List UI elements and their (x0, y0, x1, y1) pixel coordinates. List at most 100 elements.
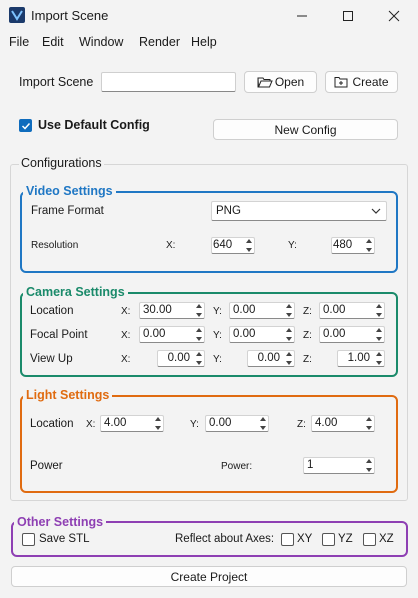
resolution-label: Resolution (31, 240, 79, 251)
menu-edit[interactable]: Edit (42, 35, 64, 49)
camera-viewup-y-spinbox[interactable]: 0.00 (247, 350, 295, 367)
import-scene-label: Import Scene (19, 75, 94, 89)
spin-arrows-icon[interactable] (364, 459, 373, 472)
close-icon (388, 10, 400, 22)
spin-arrows-icon[interactable] (374, 352, 383, 365)
camera-focal-y-label: Y: (213, 330, 222, 341)
save-stl-checkbox[interactable] (22, 533, 35, 546)
maximize-icon (343, 11, 353, 21)
camera-viewup-z-spinbox[interactable]: 1.00 (337, 350, 385, 367)
configurations-label: Configurations (19, 156, 104, 170)
create-project-label: Create Project (170, 569, 248, 584)
reflect-yz-checkbox[interactable] (322, 533, 335, 546)
reflect-xz-label: XZ (379, 533, 394, 545)
menu-render[interactable]: Render (139, 35, 180, 49)
use-default-config-checkbox[interactable] (19, 119, 32, 132)
camera-location-label: Location (30, 305, 74, 317)
close-button[interactable] (371, 0, 417, 32)
camera-focal-z-label: Z: (303, 330, 312, 341)
camera-location-z-value: 0.00 (323, 304, 346, 316)
spin-arrows-icon[interactable] (374, 304, 383, 317)
camera-location-x-spinbox[interactable]: 30.00 (139, 302, 205, 319)
camera-location-y-value: 0.00 (233, 304, 256, 316)
camera-focal-x-label: X: (121, 330, 131, 341)
folder-open-icon (257, 77, 273, 88)
camera-focal-point-label: Focal Point (30, 329, 88, 341)
light-settings-group (20, 395, 398, 493)
resolution-x-value: 640 (213, 239, 233, 251)
light-location-label: Location (30, 418, 74, 430)
camera-focal-x-value: 0.00 (143, 328, 166, 340)
resolution-y-value: 480 (333, 239, 353, 251)
camera-focal-y-value: 0.00 (233, 328, 256, 340)
camera-viewup-x-spinbox[interactable]: 0.00 (157, 350, 205, 367)
spin-arrows-icon[interactable] (258, 417, 267, 430)
video-settings-title: Video Settings (23, 184, 116, 198)
light-power-value: 1 (307, 459, 314, 471)
camera-viewup-x-value: 0.00 (167, 352, 190, 364)
light-power-label: Power (30, 460, 63, 472)
spin-arrows-icon[interactable] (244, 239, 253, 252)
new-config-button[interactable]: New Config (213, 119, 398, 140)
camera-focal-z-spinbox[interactable]: 0.00 (319, 326, 385, 343)
resolution-x-spinbox[interactable]: 640 (211, 237, 255, 254)
resolution-y-spinbox[interactable]: 480 (331, 237, 375, 254)
spin-arrows-icon[interactable] (153, 417, 162, 430)
camera-focal-z-value: 0.00 (323, 328, 346, 340)
menu-help[interactable]: Help (191, 35, 217, 49)
spin-arrows-icon[interactable] (194, 328, 203, 341)
checkmark-icon (21, 122, 30, 130)
create-button[interactable]: Create (325, 71, 398, 93)
spin-arrows-icon[interactable] (284, 304, 293, 317)
create-label: Create (352, 75, 389, 89)
camera-location-z-label: Z: (303, 306, 312, 317)
maximize-button[interactable] (325, 0, 371, 32)
spin-arrows-icon[interactable] (284, 352, 293, 365)
light-power-inline-label: Power: (221, 461, 253, 472)
create-project-button[interactable]: Create Project (11, 566, 407, 587)
save-stl-label: Save STL (39, 533, 90, 545)
light-x-spinbox[interactable]: 4.00 (100, 415, 164, 432)
minimize-button[interactable] (279, 0, 325, 32)
camera-location-x-label: X: (121, 306, 131, 317)
spin-arrows-icon[interactable] (374, 328, 383, 341)
reflect-yz-label: YZ (338, 533, 353, 545)
menu-file[interactable]: File (9, 35, 29, 49)
app-icon (9, 7, 25, 23)
camera-location-x-value: 30.00 (143, 304, 172, 316)
camera-focal-y-spinbox[interactable]: 0.00 (229, 326, 295, 343)
camera-location-z-spinbox[interactable]: 0.00 (319, 302, 385, 319)
spin-arrows-icon[interactable] (364, 417, 373, 430)
reflect-xy-checkbox[interactable] (281, 533, 294, 546)
camera-location-y-spinbox[interactable]: 0.00 (229, 302, 295, 319)
camera-settings-title: Camera Settings (23, 285, 128, 299)
open-button[interactable]: Open (244, 71, 317, 93)
camera-viewup-x-label: X: (121, 354, 131, 365)
minimize-icon (297, 15, 307, 17)
light-z-spinbox[interactable]: 4.00 (311, 415, 375, 432)
spin-arrows-icon[interactable] (194, 352, 203, 365)
frame-format-label: Frame Format (31, 205, 104, 217)
reflect-xz-checkbox[interactable] (363, 533, 376, 546)
use-default-config-label: Use Default Config (38, 118, 150, 132)
chevron-down-icon (371, 208, 381, 214)
frame-format-value: PNG (216, 205, 241, 217)
spin-arrows-icon[interactable] (284, 328, 293, 341)
spin-arrows-icon[interactable] (194, 304, 203, 317)
camera-viewup-y-label: Y: (213, 354, 222, 365)
reflect-axes-label: Reflect about Axes: (175, 533, 275, 545)
camera-focal-x-spinbox[interactable]: 0.00 (139, 326, 205, 343)
light-y-spinbox[interactable]: 0.00 (205, 415, 269, 432)
frame-format-select[interactable]: PNG (211, 201, 387, 221)
menu-window[interactable]: Window (79, 35, 123, 49)
import-scene-input[interactable] (101, 72, 236, 92)
light-settings-title: Light Settings (23, 388, 113, 402)
spin-arrows-icon[interactable] (364, 239, 373, 252)
open-label: Open (274, 75, 305, 89)
light-x-label: X: (86, 419, 96, 430)
resolution-y-label: Y: (288, 240, 297, 251)
camera-location-y-label: Y: (213, 306, 222, 317)
light-power-spinbox[interactable]: 1 (303, 457, 375, 474)
camera-view-up-label: View Up (30, 353, 73, 365)
other-settings-title: Other Settings (14, 515, 107, 529)
